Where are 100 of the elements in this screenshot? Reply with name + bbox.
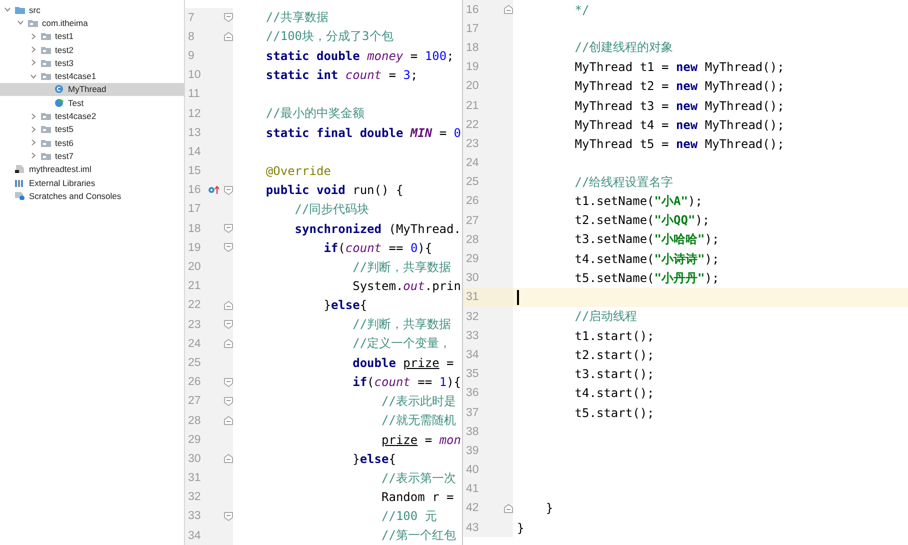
package-folder-icon	[41, 58, 51, 67]
fold-icon[interactable]	[224, 300, 233, 310]
code-line: MyThread t2 = new MyThread();	[574, 79, 784, 94]
code-line: //最小的中奖金额	[264, 105, 364, 122]
line-number: 32	[465, 310, 480, 323]
tree-item[interactable]: test5	[0, 122, 184, 136]
line-number: 30	[187, 452, 202, 465]
line-number: 22	[465, 118, 480, 131]
code-line: if(count == 0){	[322, 240, 432, 255]
code-line: //同步代码块	[294, 200, 370, 218]
code-line: //100 元	[380, 508, 437, 525]
line-number: 7	[187, 12, 196, 24]
line-number: 27	[465, 214, 480, 227]
line-number: 42	[465, 502, 480, 514]
code-line: //启动线程	[574, 308, 638, 326]
line-number: 30	[465, 272, 480, 284]
code-line: //判断，共享数据	[352, 258, 452, 276]
fold-icon[interactable]	[224, 416, 233, 426]
line-number: 20	[465, 80, 480, 92]
code-line: }else{	[322, 298, 368, 312]
line-number: 43	[465, 522, 480, 534]
fold-icon[interactable]	[224, 224, 233, 234]
tree-item[interactable]: com.itheima	[0, 16, 184, 30]
line-number: 34	[187, 530, 202, 542]
line-number: 33	[465, 330, 480, 342]
fold-icon[interactable]	[224, 339, 233, 348]
line-number: 19	[465, 61, 480, 74]
package-folder-icon	[41, 138, 51, 147]
line-number: 10	[187, 69, 202, 82]
tree-item[interactable]: test2	[0, 42, 184, 56]
code-line: static final double MIN = 0	[264, 126, 462, 140]
fold-icon[interactable]	[224, 243, 233, 252]
tree-item[interactable]: MyThread	[0, 82, 184, 96]
fold-icon[interactable]	[224, 396, 233, 406]
line-number: 16	[187, 184, 202, 196]
line-number: 31	[465, 291, 480, 304]
tree-item[interactable]: Test	[0, 96, 184, 110]
tree-item[interactable]: test4case2	[0, 109, 184, 123]
code-line: MyThread t3 = new MyThread();	[574, 98, 784, 113]
line-number: 8	[187, 30, 196, 43]
scratch-file-icon	[15, 192, 25, 200]
line-number: 28	[187, 414, 202, 427]
code-line: t3.start();	[574, 367, 654, 382]
code-line: if(count == 1){	[352, 375, 462, 390]
fold-icon[interactable]	[224, 512, 233, 521]
code-line: //共享数据	[264, 9, 328, 26]
code-line: t3.setName("小哈哈");	[574, 231, 720, 248]
fold-icon[interactable]	[224, 320, 233, 330]
library-bars-icon	[15, 178, 25, 186]
tree-item[interactable]: mythreadtest.iml	[0, 162, 184, 176]
line-number: 16	[465, 4, 480, 16]
tree-item[interactable]: test6	[0, 136, 184, 150]
tree-item[interactable]: test3	[0, 56, 184, 70]
package-folder-icon	[41, 72, 51, 80]
code-line: //表示此时是	[380, 392, 456, 410]
line-number: 12	[187, 108, 202, 120]
line-number: 18	[465, 42, 480, 54]
override-marker-icon[interactable]	[208, 185, 220, 196]
package-folder-icon	[41, 112, 51, 120]
tree-item[interactable]: src	[0, 3, 184, 16]
line-number: 23	[465, 138, 480, 150]
line-number: 36	[465, 387, 480, 400]
fold-icon[interactable]	[224, 454, 233, 464]
code-line: synchronized (MyThread.	[294, 222, 461, 236]
code-line: */	[574, 2, 590, 17]
code-line: t2.setName("小QQ");	[574, 212, 710, 230]
code-line: MyThread t4 = new MyThread();	[574, 118, 784, 132]
code-line: t1.start();	[574, 328, 654, 343]
code-line: //定义一个变量，	[352, 335, 452, 352]
tree-item[interactable]: test4case1	[0, 69, 184, 83]
code-line: MyThread t5 = new MyThread();	[574, 136, 784, 151]
code-line: t4.setName("小诗诗");	[574, 250, 720, 268]
code-line: //给线程设置名字	[574, 174, 674, 191]
fold-icon[interactable]	[224, 32, 233, 42]
code-line: t4.start();	[574, 386, 654, 400]
code-line: t5.start();	[574, 406, 654, 420]
fold-icon[interactable]	[224, 378, 233, 387]
tree-item[interactable]: Scratches and Consoles	[0, 189, 184, 202]
line-number: 19	[187, 242, 202, 254]
line-number: 41	[465, 483, 480, 496]
line-number: 32	[187, 491, 202, 504]
code-line: }else{	[352, 452, 396, 466]
line-number: 21	[465, 100, 480, 112]
line-number: 22	[187, 299, 202, 312]
code-line: }	[517, 520, 524, 535]
fold-icon[interactable]	[224, 13, 233, 22]
code-line: //第一个红包	[380, 527, 456, 544]
tree-item[interactable]: External Libraries	[0, 176, 184, 190]
fold-icon[interactable]	[224, 186, 233, 195]
tree-item[interactable]: test7	[0, 149, 184, 163]
fold-icon[interactable]	[504, 504, 513, 513]
line-number: 15	[187, 165, 202, 178]
code-line: prize = mon	[380, 432, 461, 447]
line-number: 25	[187, 356, 202, 369]
tree-item[interactable]: test1	[0, 30, 184, 43]
package-folder-icon	[41, 46, 51, 54]
code-line: Random r =	[380, 490, 454, 504]
code-line: static double money = 100;	[264, 48, 454, 63]
package-folder-icon	[41, 32, 51, 40]
fold-icon[interactable]	[504, 5, 513, 14]
